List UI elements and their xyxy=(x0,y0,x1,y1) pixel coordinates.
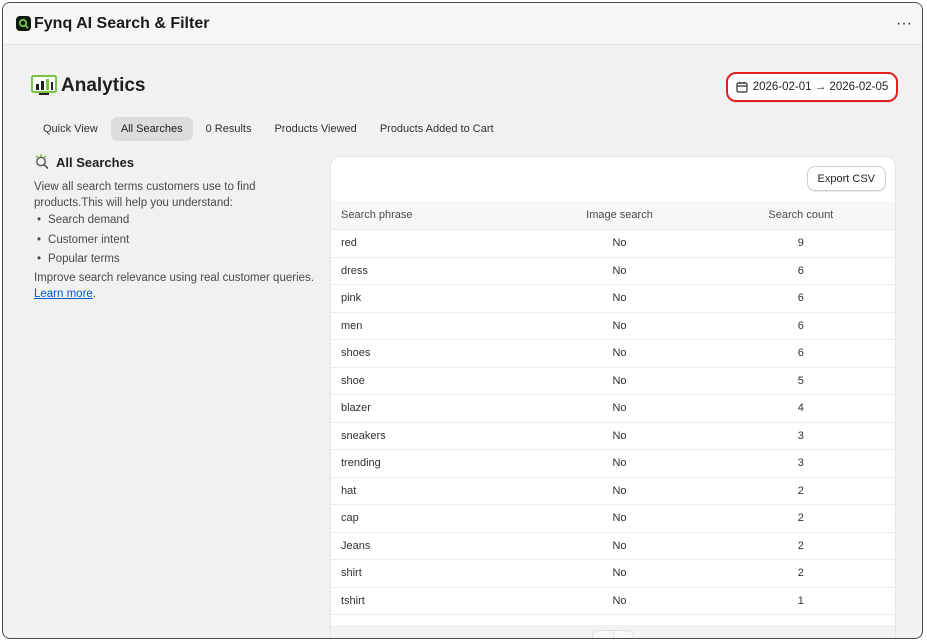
image-search-cell: No xyxy=(612,292,627,305)
image-search-cell: No xyxy=(612,484,627,497)
pagination-controls: ‹ › xyxy=(592,630,634,639)
footer-text: Improve search relevance using real cust… xyxy=(34,271,314,284)
benefit-list: Search demand Customer intent Popular te… xyxy=(34,211,324,270)
table-row: men No 6 xyxy=(331,313,895,340)
table-header: Search phrase Image search Search count xyxy=(331,201,895,230)
image-search-cell: No xyxy=(612,237,627,250)
table-row: shoes No 6 xyxy=(331,340,895,368)
list-item: Customer intent xyxy=(34,231,324,251)
search-phrase-cell: Jeans xyxy=(341,539,371,552)
search-phrase-cell: dress xyxy=(341,264,368,277)
search-count-cell: 2 xyxy=(797,567,804,580)
search-phrase-cell: red xyxy=(341,237,357,250)
table-row: cap No 2 xyxy=(331,505,895,533)
date-range-picker-button[interactable]: 2026-02-01 → 2026-02-05 xyxy=(726,72,898,102)
table-row: red No 9 xyxy=(331,230,895,258)
tab-quick-view[interactable]: Quick View xyxy=(33,117,108,141)
column-header-search-count[interactable]: Search count xyxy=(707,209,895,221)
list-item: Search demand xyxy=(34,211,324,231)
image-search-cell: No xyxy=(612,319,627,332)
image-search-cell: No xyxy=(612,539,627,552)
section-description: All Searches View all search terms custo… xyxy=(34,154,324,302)
search-insights-icon xyxy=(34,154,50,170)
search-phrase-cell: shoe xyxy=(341,374,365,387)
search-count-cell: 2 xyxy=(797,512,804,525)
tab-zero-results[interactable]: 0 Results xyxy=(196,117,262,141)
table-row: sneakers No 3 xyxy=(331,423,895,450)
search-count-cell: 6 xyxy=(797,292,804,305)
image-search-cell: No xyxy=(612,374,627,387)
date-range-label: 2026-02-01 → 2026-02-05 xyxy=(752,81,889,93)
search-phrase-cell: cap xyxy=(341,512,359,525)
search-phrase-cell: men xyxy=(341,319,363,332)
search-count-cell: 4 xyxy=(797,402,804,415)
search-count-cell: 6 xyxy=(797,319,804,332)
tab-products-added-to-cart[interactable]: Products Added to Cart xyxy=(370,117,504,141)
main-content: Analytics 2026-02-01 → 2026-02-05 Quick … xyxy=(3,45,922,638)
app-title: Fynq AI Search & Filter xyxy=(34,14,210,32)
more-options-button[interactable]: ··· xyxy=(896,15,912,33)
search-count-cell: 5 xyxy=(797,374,804,387)
analytics-icon xyxy=(31,75,57,97)
search-phrase-cell: shoes xyxy=(341,347,371,360)
previous-page-button[interactable]: ‹ xyxy=(593,631,613,639)
search-count-cell: 6 xyxy=(797,264,804,277)
table-row: dress No 6 xyxy=(331,258,895,285)
pagination: ‹ › xyxy=(331,625,895,639)
search-phrase-cell: tshirt xyxy=(341,594,365,607)
section-intro: View all search terms customers use to f… xyxy=(34,181,256,209)
tab-all-searches[interactable]: All Searches xyxy=(110,117,193,141)
image-search-cell: No xyxy=(612,264,627,277)
search-count-cell: 6 xyxy=(797,347,804,360)
image-search-cell: No xyxy=(612,402,627,415)
table-row: pink No 6 xyxy=(331,285,895,313)
title-bar: Fynq AI Search & Filter ··· xyxy=(3,3,922,45)
table-row: trending No 3 xyxy=(331,450,895,478)
search-count-cell: 3 xyxy=(797,429,804,442)
search-count-cell: 3 xyxy=(797,457,804,470)
image-search-cell: No xyxy=(612,567,627,580)
search-phrase-cell: blazer xyxy=(341,402,371,415)
tab-products-viewed[interactable]: Products Viewed xyxy=(264,117,366,141)
table-body: red No 9 dress No 6 pink No 6 men No 6 shoes No 6 shoe N… xyxy=(331,230,895,615)
table-row: tshirt No 1 xyxy=(331,588,895,615)
section-title: All Searches xyxy=(56,154,135,170)
page-title: Analytics xyxy=(61,75,146,96)
learn-more-link[interactable]: Learn more xyxy=(34,288,93,300)
export-csv-button[interactable]: Export CSV xyxy=(806,166,886,191)
search-phrase-cell: pink xyxy=(341,292,362,305)
page-header: Analytics xyxy=(31,75,145,97)
search-phrase-cell: shirt xyxy=(341,567,362,580)
table-row: hat No 2 xyxy=(331,478,895,505)
app-window: Fynq AI Search & Filter ··· Analytics 20… xyxy=(2,2,923,639)
search-phrase-cell: hat xyxy=(341,484,357,497)
table-row: shoe No 5 xyxy=(331,368,895,395)
app-logo-icon xyxy=(16,16,31,31)
section-header: All Searches xyxy=(34,154,324,170)
search-count-cell: 1 xyxy=(797,594,804,607)
column-header-image-search[interactable]: Image search xyxy=(532,209,706,221)
next-page-button[interactable]: › xyxy=(613,631,633,638)
analytics-tabs: Quick View All Searches 0 Results Produc… xyxy=(33,117,507,141)
link-suffix: . xyxy=(92,287,97,300)
search-phrase-cell: trending xyxy=(341,457,381,470)
search-count-cell: 9 xyxy=(797,237,804,250)
image-search-cell: No xyxy=(612,347,627,360)
column-header-search-phrase[interactable]: Search phrase xyxy=(331,209,532,221)
image-search-cell: No xyxy=(612,429,627,442)
calendar-icon xyxy=(736,81,748,93)
search-count-cell: 2 xyxy=(797,484,804,497)
table-row: Jeans No 2 xyxy=(331,533,895,560)
list-item: Popular terms xyxy=(34,250,324,270)
section-footer-text: Improve search relevance using real cust… xyxy=(34,270,324,302)
image-search-cell: No xyxy=(612,594,627,607)
image-search-cell: No xyxy=(612,457,627,470)
search-count-cell: 2 xyxy=(797,539,804,552)
table-row: blazer No 4 xyxy=(331,395,895,423)
image-search-cell: No xyxy=(612,512,627,525)
searches-table-card: Export CSV Search phrase Image search Se… xyxy=(330,156,896,639)
table-row: shirt No 2 xyxy=(331,560,895,588)
search-phrase-cell: sneakers xyxy=(341,429,386,442)
